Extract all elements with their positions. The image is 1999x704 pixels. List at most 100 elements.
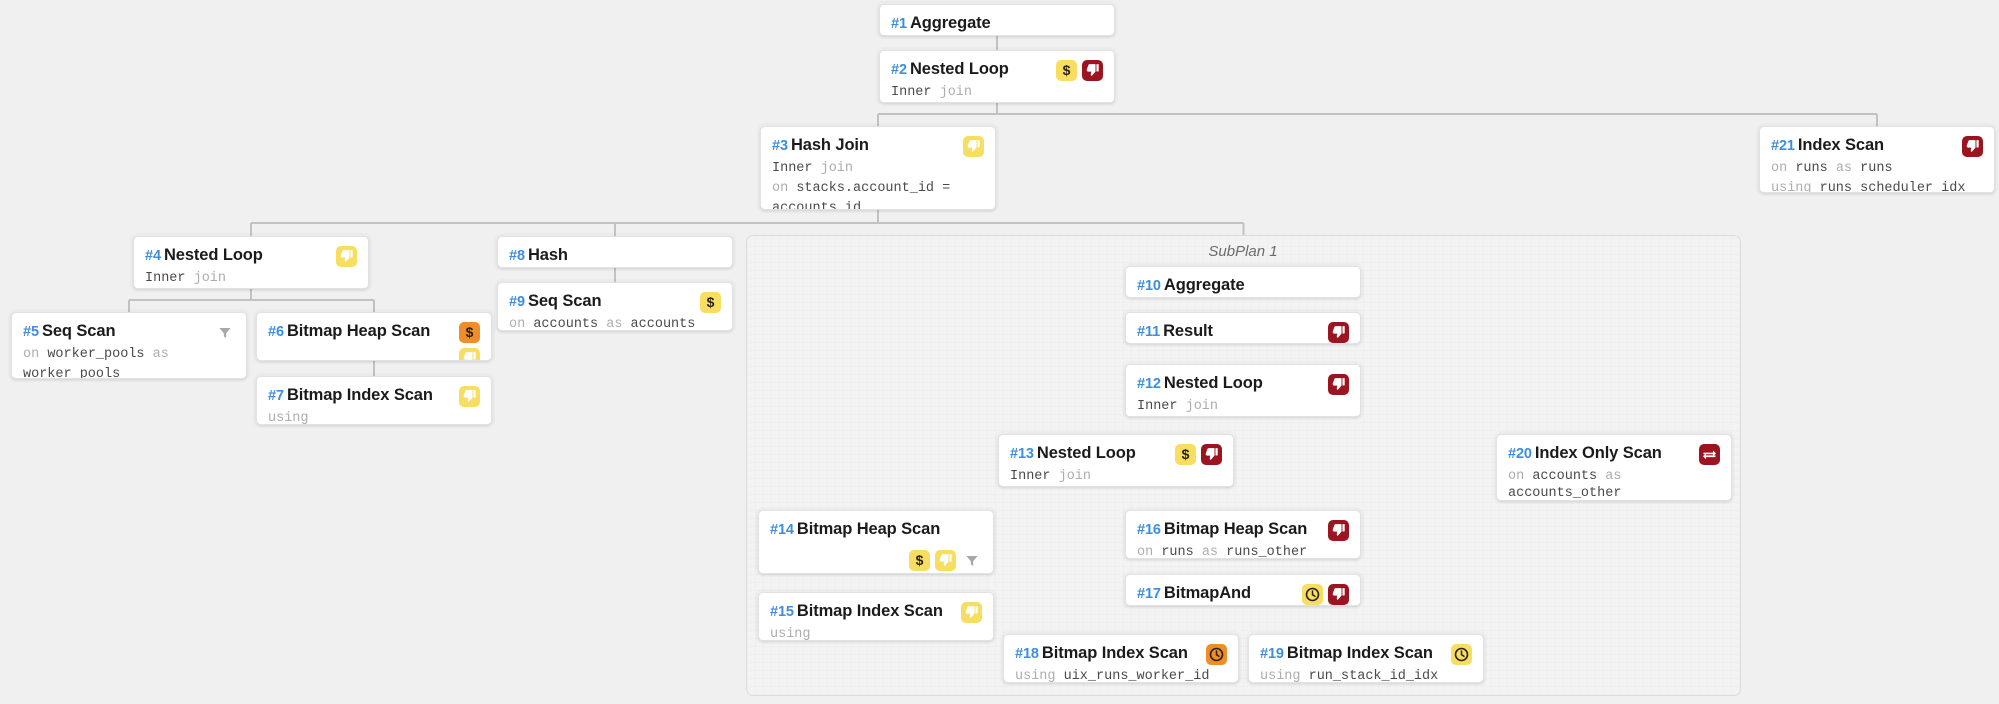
thumbs-down-icon[interactable] [1328, 322, 1349, 343]
thumbs-down-icon[interactable] [459, 348, 480, 360]
plan-node-10[interactable]: #10 Aggregate [1125, 266, 1361, 298]
node-title: #6 Bitmap Heap Scan [268, 321, 430, 342]
node-operation-label: Bitmap Heap Scan [1163, 520, 1308, 538]
thumbs-down-icon[interactable] [1328, 520, 1349, 541]
node-operation-label: Hash Join [790, 136, 869, 154]
plan-node-11[interactable]: #11 Result [1125, 312, 1361, 344]
node-subtitle-line: on worker_pools as [23, 346, 235, 363]
thumbs-down-icon[interactable] [935, 550, 956, 571]
node-subtitle-line: on stacks.account_id = [772, 180, 984, 197]
filter-icon[interactable] [961, 550, 982, 571]
clock-icon[interactable] [1206, 644, 1227, 665]
filter-icon[interactable] [214, 322, 235, 343]
sql-keyword: join [820, 161, 854, 176]
thumbs-down-icon[interactable] [1082, 60, 1103, 81]
node-header: #11 Result [1137, 321, 1349, 343]
plan-node-14[interactable]: #14Bitmap Heap Scan$on stacks as stacks_… [758, 510, 994, 574]
plan-node-13[interactable]: #13 Nested Loop $ Inner join [998, 434, 1234, 487]
clock-icon[interactable] [1302, 584, 1323, 605]
exchange-icon[interactable] [1699, 444, 1720, 465]
thumbs-down-icon[interactable] [1328, 584, 1349, 605]
plan-node-17[interactable]: #17 BitmapAnd [1125, 574, 1361, 606]
node-subtitle-line: Inner join [145, 270, 357, 287]
node-subtitle-line: on runs as runs_other [1137, 544, 1349, 558]
node-badges [1206, 644, 1227, 665]
node-header: #6 Bitmap Heap Scan $ [268, 321, 480, 360]
plan-node-2[interactable]: #2 Nested Loop $ Inner join [879, 50, 1115, 103]
node-number: #3 [772, 138, 788, 154]
node-header: #1 Aggregate [891, 13, 1103, 34]
node-header: #16 Bitmap Heap Scan [1137, 519, 1349, 541]
thumbs-down-icon[interactable] [1201, 444, 1222, 465]
sql-keyword: join [1185, 399, 1219, 414]
plan-node-3[interactable]: #3 Hash Join Inner join on stacks.account_i… [760, 126, 996, 210]
plan-node-19[interactable]: #19 Bitmap Index Scan using run_stack_id_i… [1248, 634, 1484, 683]
node-subtitle-line: on accounts as accounts_other [1508, 468, 1720, 500]
node-subtitle-line: worker_pools [23, 366, 235, 378]
node-subtitle-line: on accounts as accounts [509, 316, 721, 331]
node-number: #17 [1137, 586, 1161, 602]
sql-value: Inner [1010, 469, 1059, 484]
plan-node-15[interactable]: #15Bitmap Index Scan using idx_stacks_acc… [758, 592, 994, 641]
thumbs-down-icon[interactable] [336, 246, 357, 267]
plan-node-12[interactable]: #12 Nested Loop Inner join [1125, 364, 1361, 417]
thumbs-down-icon[interactable] [961, 602, 982, 623]
thumbs-down-icon[interactable] [459, 386, 480, 407]
plan-node-8[interactable]: #8 Hash [497, 236, 733, 268]
node-header: #10 Aggregate [1137, 275, 1349, 296]
plan-node-20[interactable]: #20 Index Only Scan on accounts as account… [1496, 434, 1732, 501]
sql-keyword: join [939, 85, 973, 100]
node-header: #17 BitmapAnd [1137, 583, 1349, 605]
plan-node-18[interactable]: #18 Bitmap Index Scan using uix_runs_worke… [1003, 634, 1239, 683]
node-number: #12 [1137, 376, 1161, 392]
node-header: #20 Index Only Scan [1508, 443, 1720, 465]
thumbs-down-icon[interactable] [1962, 136, 1983, 157]
plan-node-16[interactable]: #16 Bitmap Heap Scan on runs as runs_other [1125, 510, 1361, 559]
plan-node-1[interactable]: #1 Aggregate [879, 4, 1115, 36]
node-operation-label: Bitmap Index Scan [286, 386, 433, 404]
node-operation-label: Aggregate [909, 14, 991, 32]
node-number: #2 [891, 62, 907, 78]
node-header: #12 Nested Loop [1137, 373, 1349, 395]
dollar-icon[interactable]: $ [459, 322, 480, 343]
node-badges [1962, 136, 1983, 157]
sql-value: runs [1795, 161, 1836, 176]
svg-text:$: $ [466, 325, 474, 340]
sql-keyword: as [152, 347, 169, 362]
plan-node-4[interactable]: #4 Nested Loop Inner join [133, 236, 369, 289]
thumbs-down-icon[interactable] [963, 136, 984, 157]
dollar-icon[interactable]: $ [700, 292, 721, 313]
node-badges: $ [1056, 60, 1103, 81]
plan-node-5[interactable]: #5 Seq Scan on worker_pools as worker_pools [11, 312, 247, 379]
plan-node-9[interactable]: #9 Seq Scan $ on accounts as accounts [497, 282, 733, 331]
node-header: #21 Index Scan [1771, 135, 1983, 157]
dollar-icon[interactable]: $ [1056, 60, 1077, 81]
node-operation-label: Bitmap Index Scan [796, 602, 943, 620]
query-plan-canvas[interactable]: SubPlan 1 #1 Aggregate #2 Nested Loop $ Inner… [0, 0, 1999, 704]
thumbs-down-icon[interactable] [1328, 374, 1349, 395]
sql-value: accounts [533, 317, 607, 331]
node-title: #21 Index Scan [1771, 135, 1884, 156]
node-header: #13 Nested Loop $ [1010, 443, 1222, 465]
node-number: #11 [1137, 324, 1161, 340]
node-operation-label: Bitmap Heap Scan [796, 520, 941, 538]
node-title: #15 Bitmap Index Scan [770, 601, 943, 622]
node-operation-label: Seq Scan [527, 292, 602, 310]
node-badges: $ [700, 292, 721, 313]
node-title: #1 Aggregate [891, 13, 991, 34]
node-number: #19 [1260, 646, 1284, 662]
plan-node-6[interactable]: #6Bitmap Heap Scan$on stacks as stacks [256, 312, 492, 361]
sql-value: Inner [145, 271, 194, 286]
node-title: #19 Bitmap Index Scan [1260, 643, 1433, 664]
node-badges [1699, 444, 1720, 465]
node-badges [961, 602, 982, 623]
node-title: #2 Nested Loop [891, 59, 1009, 80]
plan-node-7[interactable]: #7Bitmap Index Scan using stack_worker_po… [256, 376, 492, 425]
node-header: #8 Hash [509, 245, 721, 266]
dollar-icon[interactable]: $ [909, 550, 930, 571]
sql-keyword: as [1605, 469, 1622, 484]
plan-node-21[interactable]: #21 Index Scan on runs as runs using runs_s… [1759, 126, 1995, 193]
clock-icon[interactable] [1451, 644, 1472, 665]
dollar-icon[interactable]: $ [1175, 444, 1196, 465]
node-subtitle-line: using run_stack_id_idx [1260, 668, 1472, 682]
